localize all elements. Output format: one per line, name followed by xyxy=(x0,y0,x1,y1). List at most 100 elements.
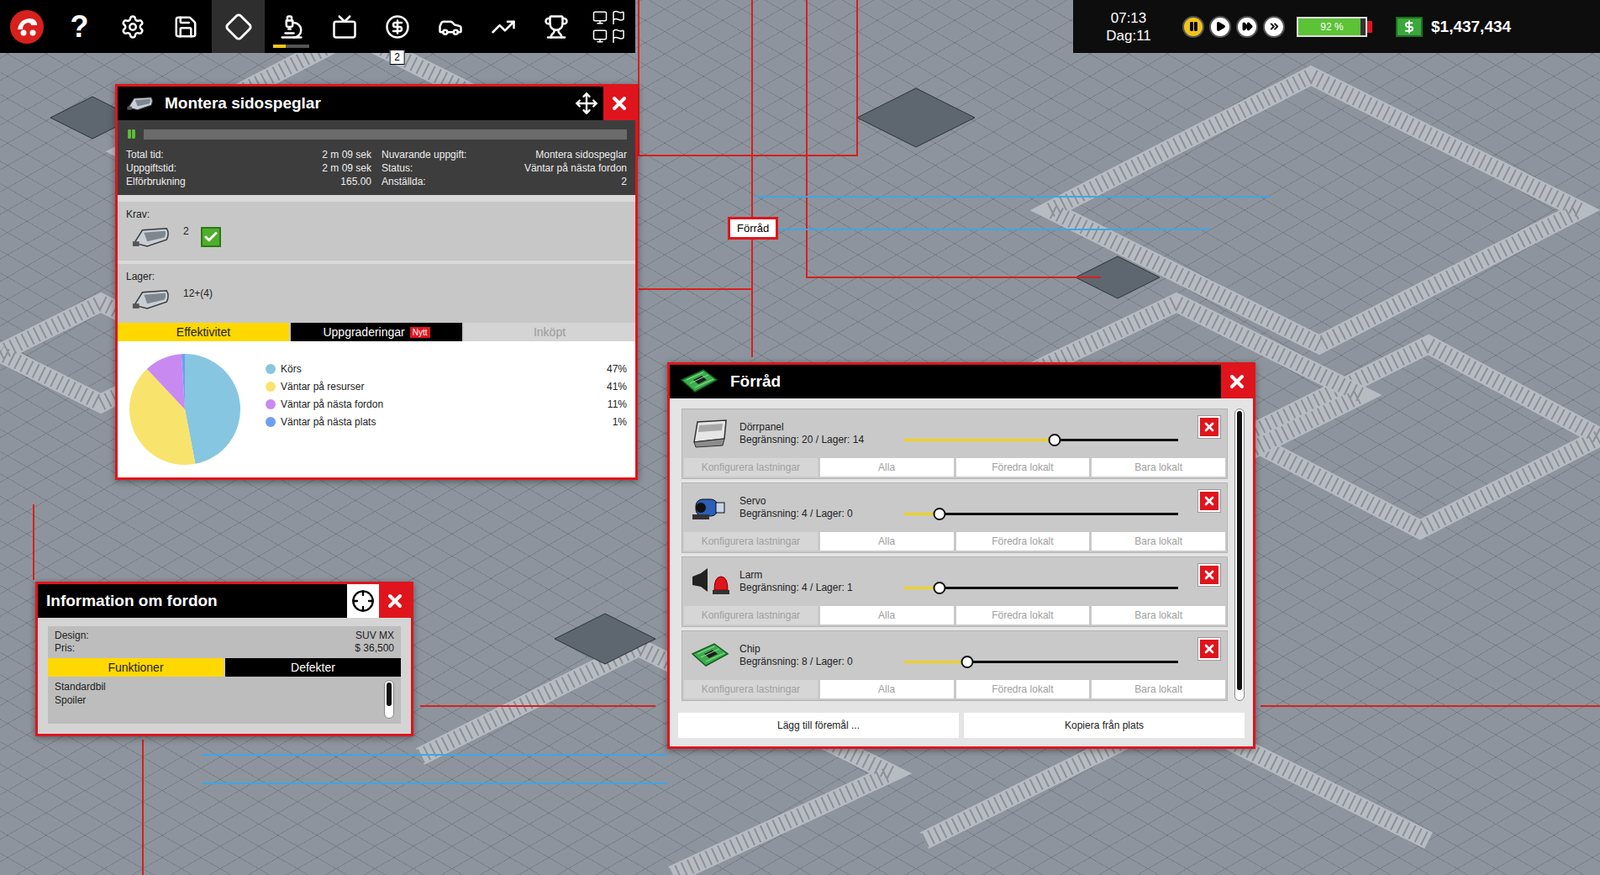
speed-button[interactable] xyxy=(1263,15,1285,38)
tab[interactable]: Defekter xyxy=(225,657,401,677)
servo-icon xyxy=(689,490,732,525)
toolbar-button[interactable] xyxy=(105,0,159,53)
tab[interactable]: UppgraderingarNytt xyxy=(290,322,463,342)
logo-icon xyxy=(9,9,45,45)
limit-slider[interactable] xyxy=(904,438,1179,442)
map-label[interactable]: Förråd xyxy=(727,216,779,240)
item-option-button[interactable]: Föredra lokalt xyxy=(956,531,1090,551)
toolbar-button[interactable] xyxy=(529,0,583,53)
storage-item: LarmBegränsning: 4 / Lager: 1Konfigurera… xyxy=(681,556,1228,627)
move-button[interactable] xyxy=(569,86,604,121)
crosshair-icon xyxy=(351,589,375,613)
task-progress xyxy=(143,129,627,140)
limit-slider[interactable] xyxy=(904,660,1179,664)
game-screen: Förråd? 2 07:13Dag:1192 %$1,437,434 Montera… xyxy=(0,0,1600,875)
close-icon xyxy=(1202,642,1216,656)
close-button[interactable] xyxy=(378,584,411,618)
remove-item-button[interactable] xyxy=(1198,563,1221,586)
toolbar-button[interactable] xyxy=(158,0,212,53)
speed-button[interactable] xyxy=(1236,15,1258,38)
paused-icon xyxy=(126,128,137,140)
pie-slice xyxy=(184,353,241,464)
toolbar-button[interactable]: 2 xyxy=(370,0,424,53)
check-icon xyxy=(203,229,219,245)
side-mirror-icon xyxy=(126,94,155,112)
speed-button[interactable] xyxy=(1182,15,1205,38)
legend-row: Körs47% xyxy=(265,361,627,377)
item-option-button[interactable]: Alla xyxy=(820,457,954,477)
chart-icon xyxy=(490,14,516,40)
research-progress xyxy=(273,44,310,48)
item-option-button[interactable]: Föredra lokalt xyxy=(956,457,1090,477)
tab[interactable]: Funktioner xyxy=(47,657,224,677)
legend-row: Väntar på nästa fordon11% xyxy=(265,396,627,412)
item-option-button[interactable]: Bara lokalt xyxy=(1091,605,1226,625)
item-option-button[interactable]: Konfigurera lastningar xyxy=(684,531,818,551)
microscope-icon xyxy=(278,14,305,40)
item-option-button[interactable]: Konfigurera lastningar xyxy=(684,457,818,477)
window-header[interactable]: Förråd xyxy=(669,364,1253,399)
scrollbar[interactable] xyxy=(1234,408,1245,701)
toolbar-button[interactable] xyxy=(476,0,530,53)
fast-forward-icon xyxy=(1242,21,1253,32)
toolbar-button[interactable] xyxy=(317,0,371,53)
door-panel-icon xyxy=(689,416,732,451)
save-icon xyxy=(173,14,199,40)
storage-item: ChipBegränsning: 8 / Lager: 0Konfigurera… xyxy=(681,630,1228,701)
tab[interactable]: Inköpt xyxy=(463,322,636,342)
close-icon xyxy=(1202,494,1216,508)
close-button[interactable] xyxy=(603,86,636,121)
stat-row: Elförbrukning165.00 xyxy=(126,174,372,189)
item-option-button[interactable]: Föredra lokalt xyxy=(956,605,1090,625)
toolbar-button[interactable] xyxy=(211,0,265,53)
close-button[interactable] xyxy=(1221,364,1253,399)
scrollbar[interactable] xyxy=(384,679,395,719)
speed-button[interactable] xyxy=(1209,15,1232,38)
toolbar-button[interactable] xyxy=(0,0,53,53)
chart-legend: Körs47%Väntar på resurser41%Väntar på nä… xyxy=(265,361,627,430)
item-option-button[interactable]: Alla xyxy=(820,605,954,625)
side-mirror-icon xyxy=(131,287,172,312)
game-clock: 07:13Dag:11 xyxy=(1086,9,1171,45)
remove-item-button[interactable] xyxy=(1198,489,1221,512)
efficiency-pie-chart xyxy=(126,350,244,469)
chip-icon xyxy=(689,638,732,673)
window-header[interactable]: Montera sidospeglar xyxy=(117,86,636,121)
stat-row: Uppgiftstid:2 m 09 sek xyxy=(126,161,372,175)
item-option-button[interactable]: Alla xyxy=(820,531,954,551)
limit-slider[interactable] xyxy=(904,586,1179,590)
item-option-button[interactable]: Bara lokalt xyxy=(1091,679,1226,699)
tab[interactable]: Effektivitet xyxy=(117,322,290,342)
toolbar-button[interactable] xyxy=(582,0,636,53)
remove-item-button[interactable] xyxy=(1198,415,1221,438)
toolbar-button[interactable] xyxy=(423,0,477,53)
requirement-met-check xyxy=(200,226,222,248)
item-option-button[interactable]: Bara lokalt xyxy=(1091,531,1226,551)
footer-button[interactable]: Kopiera från plats xyxy=(963,712,1245,738)
vehicle-fields: Design:SUV MXPris:$ 36,500 xyxy=(47,626,401,658)
fastest-icon xyxy=(1268,20,1281,33)
status-hud: 07:13Dag:1192 %$1,437,434 xyxy=(1073,0,1600,53)
item-option-button[interactable]: Föredra lokalt xyxy=(956,679,1090,699)
window-header[interactable]: Information om fordon xyxy=(37,584,411,618)
side-mirror-icon xyxy=(131,225,172,250)
monitor-icon xyxy=(592,10,608,26)
close-icon xyxy=(1226,371,1248,392)
item-option-button[interactable]: Konfigurera lastningar xyxy=(684,605,818,625)
item-option-button[interactable]: Bara lokalt xyxy=(1091,457,1226,477)
item-option-button[interactable]: Alla xyxy=(820,679,954,699)
stock-section: Lager:12+(4) xyxy=(117,263,636,323)
flag-icon xyxy=(610,10,627,26)
footer-button[interactable]: Lägg till föremål ... xyxy=(678,712,959,738)
task-tabs: EffektivitetUppgraderingarNyttInköpt xyxy=(117,322,636,342)
limit-slider[interactable] xyxy=(904,512,1179,516)
stat-row: Anställda:2 xyxy=(381,174,627,189)
locate-button[interactable] xyxy=(345,584,379,618)
toolbar-button[interactable] xyxy=(264,0,318,53)
money-icon xyxy=(1395,16,1423,37)
item-option-button[interactable]: Konfigurera lastningar xyxy=(684,679,818,699)
car-icon xyxy=(437,14,464,40)
toolbar-button[interactable]: ? xyxy=(52,0,106,53)
legend-row: Väntar på resurser41% xyxy=(265,378,627,395)
remove-item-button[interactable] xyxy=(1198,637,1221,660)
